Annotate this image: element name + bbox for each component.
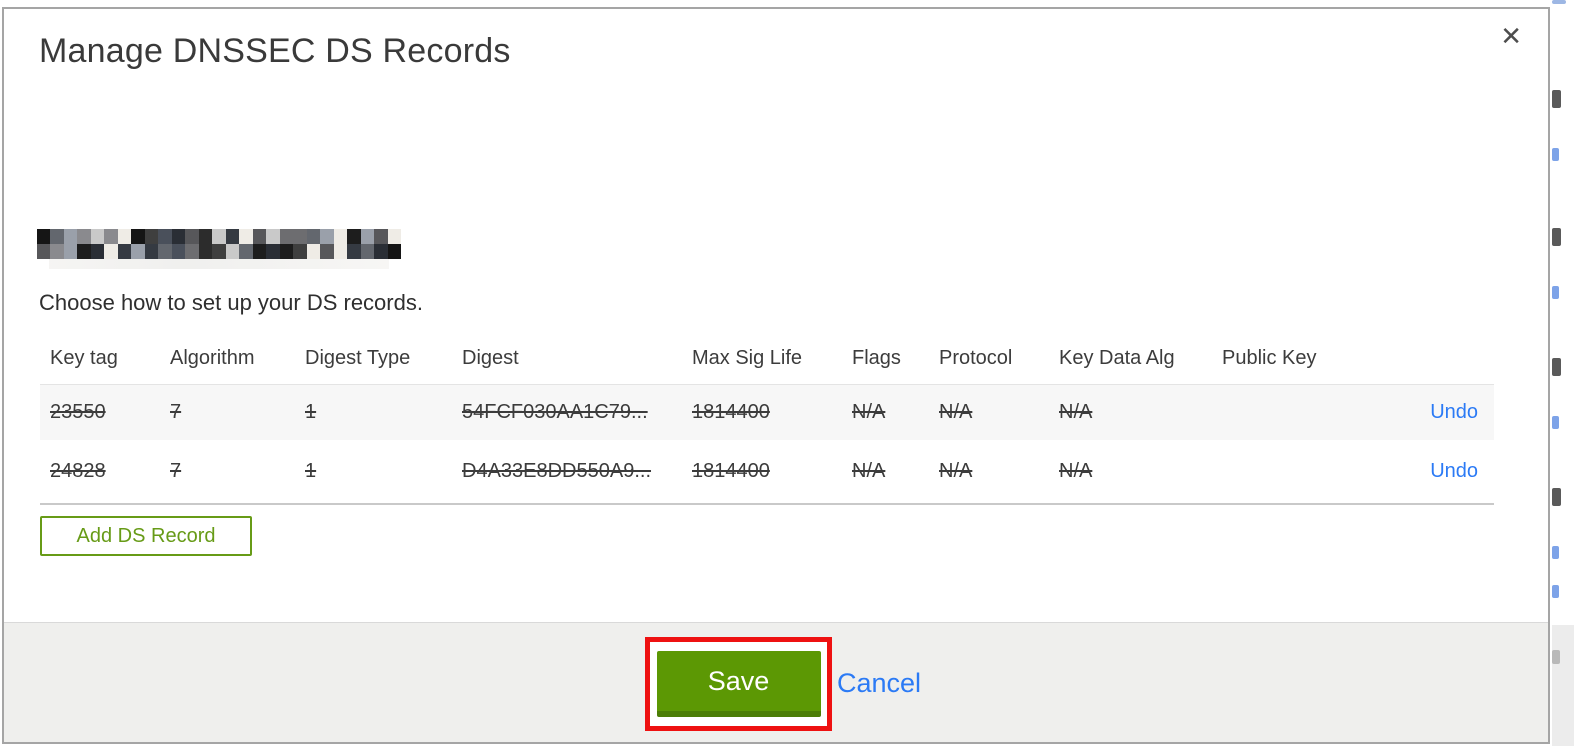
ds-records-table: Key tag Algorithm Digest Type Digest Max…: [40, 334, 1494, 505]
table-header-row: Key tag Algorithm Digest Type Digest Max…: [40, 334, 1494, 384]
header-algorithm: Algorithm: [170, 347, 255, 370]
background-fragment: [1552, 148, 1559, 161]
redacted-domain-name: [37, 229, 401, 259]
header-protocol: Protocol: [939, 347, 1013, 370]
background-fragment: [1552, 286, 1559, 299]
cancel-link[interactable]: Cancel: [837, 668, 921, 699]
cell-digest: D4A33E8DD550A9...: [462, 460, 652, 482]
background-fragment: [1552, 0, 1566, 4]
background-fragment: [1552, 228, 1561, 246]
background-fragment: [1552, 416, 1559, 429]
modal-footer: Save Cancel: [4, 622, 1548, 742]
background-fragment: [1552, 488, 1561, 506]
header-public-key: Public Key: [1222, 347, 1317, 370]
cell-public-key: [1212, 384, 1362, 440]
close-icon[interactable]: ✕: [1500, 23, 1522, 49]
header-key-data-alg: Key Data Alg: [1059, 347, 1175, 370]
header-digest: Digest: [462, 347, 519, 370]
background-fragment: [1552, 358, 1561, 376]
background-fragment: [1552, 650, 1560, 664]
cell-max-sig-life: 1814400: [692, 400, 770, 423]
cell-digest-type: 1: [305, 400, 317, 423]
cell-key-tag: 23550: [50, 400, 106, 423]
instruction-text: Choose how to set up your DS records.: [39, 290, 423, 315]
cell-key-data-alg: N/A: [1059, 400, 1093, 423]
save-button[interactable]: Save: [656, 651, 821, 717]
background-page-edge: [1552, 0, 1574, 746]
cell-protocol: N/A: [939, 460, 973, 482]
page-title: Manage DNSSEC DS Records: [39, 32, 511, 70]
undo-link[interactable]: Undo: [1430, 401, 1478, 423]
background-page-footer-edge: [1552, 625, 1574, 746]
cell-key-data-alg: N/A: [1059, 460, 1093, 482]
header-digest-type: Digest Type: [305, 347, 411, 370]
header-max-sig-life: Max Sig Life: [692, 347, 803, 370]
table-row: 23550 7 1 54FCF030AA1C79... 1814400 N/A …: [40, 384, 1494, 440]
header-flags: Flags: [852, 347, 901, 370]
cell-algorithm: 7: [170, 400, 182, 423]
red-highlight-annotation: Save: [645, 637, 832, 731]
cell-public-key: [1212, 440, 1362, 504]
cell-key-tag: 24828: [50, 460, 106, 482]
background-fragment: [1552, 546, 1559, 559]
redacted-domain-fade: [49, 259, 389, 269]
undo-link[interactable]: Undo: [1430, 460, 1478, 482]
cell-digest: 54FCF030AA1C79...: [462, 400, 648, 423]
cell-flags: N/A: [852, 400, 886, 423]
header-key-tag: Key tag: [50, 347, 118, 370]
cell-max-sig-life: 1814400: [692, 460, 770, 482]
background-fragment: [1552, 90, 1561, 108]
cell-flags: N/A: [852, 460, 886, 482]
header-actions: [1362, 334, 1494, 384]
cell-algorithm: 7: [170, 460, 182, 482]
manage-dnssec-modal: Manage DNSSEC DS Records ✕ Choose how to…: [2, 7, 1550, 744]
add-ds-record-button[interactable]: Add DS Record: [40, 516, 252, 556]
cell-protocol: N/A: [939, 400, 973, 423]
background-fragment: [1552, 585, 1559, 598]
cell-digest-type: 1: [305, 460, 317, 482]
table-row: 24828 7 1 D4A33E8DD550A9... 1814400 N/A …: [40, 440, 1494, 504]
